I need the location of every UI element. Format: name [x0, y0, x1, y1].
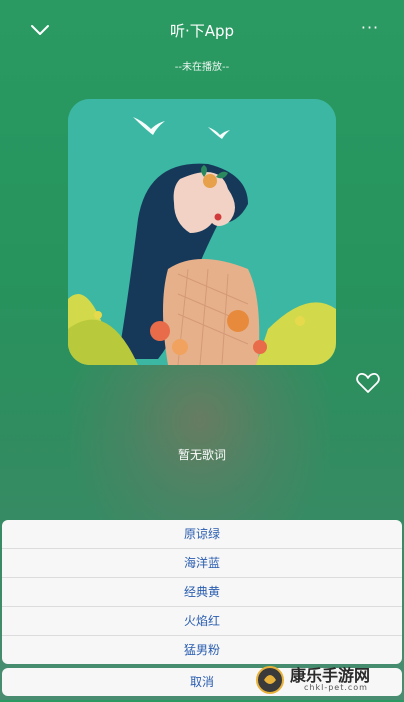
lyrics-text: 暂无歌词 [177, 448, 226, 462]
more-dots-icon[interactable]: ··· [358, 18, 382, 38]
theme-option-list: 原谅绿 海洋蓝 经典黄 火焰红 猛男粉 [2, 520, 402, 664]
heart-outline-icon[interactable] [356, 372, 380, 394]
theme-option-classic-yellow[interactable]: 经典黄 [2, 578, 402, 607]
theme-option-ocean-blue[interactable]: 海洋蓝 [2, 549, 402, 578]
header: 听·下App ··· [0, 0, 404, 60]
page-title: 听·下App [169, 22, 235, 40]
theme-option-flame-red[interactable]: 火焰红 [2, 607, 402, 636]
album-cover [68, 99, 336, 365]
theme-option-forgive-green[interactable]: 原谅绿 [2, 520, 402, 549]
watermark-logo-icon [256, 666, 284, 694]
playback-status: --未在播放-- [174, 62, 230, 73]
watermark: 康乐手游网 chkl-pet.com [252, 660, 402, 698]
watermark-subtext: chkl-pet.com [304, 683, 368, 692]
